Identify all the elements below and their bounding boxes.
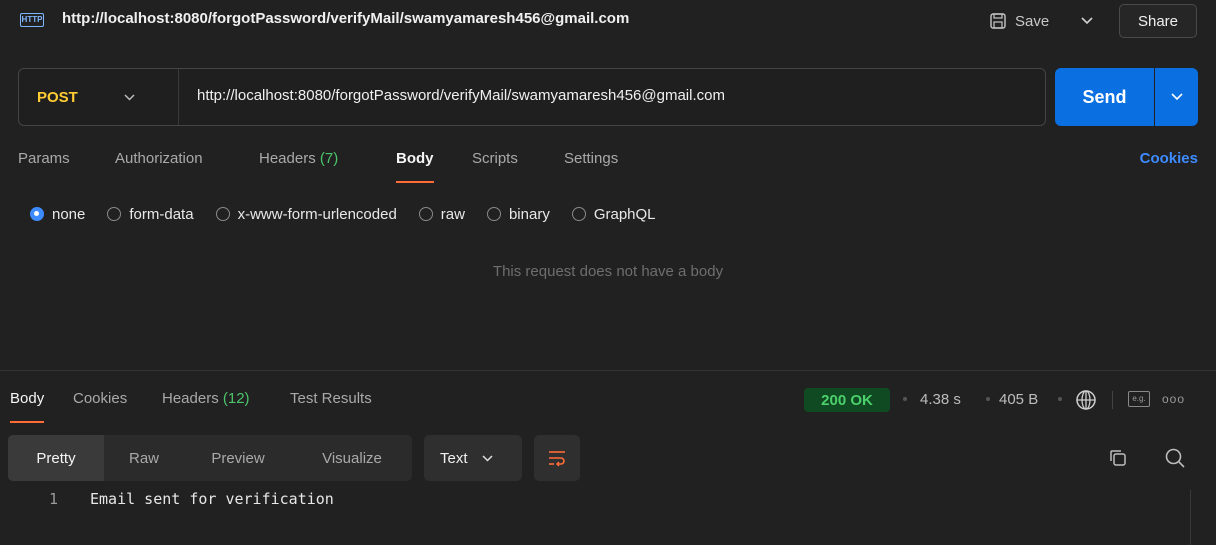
body-type-options: none form-data x-www-form-urlencoded raw…	[30, 203, 678, 225]
response-headers-count: (12)	[222, 390, 250, 407]
response-time[interactable]: 4.38 s	[920, 391, 961, 408]
chevron-down-icon	[481, 454, 493, 462]
line-content[interactable]: Email sent for verification	[90, 490, 334, 508]
copy-icon[interactable]	[1108, 448, 1128, 468]
view-visualize-button[interactable]: Visualize	[292, 435, 412, 481]
tab-scripts[interactable]: Scripts	[472, 150, 518, 184]
tab-settings[interactable]: Settings	[564, 150, 618, 184]
view-raw-button[interactable]: Raw	[104, 435, 184, 481]
method-label: POST	[37, 88, 78, 106]
save-label: Save	[1015, 12, 1050, 30]
response-code-line: 1 Email sent for verification	[0, 490, 1190, 512]
chevron-down-icon	[1081, 17, 1093, 25]
tab-body[interactable]: Body	[396, 150, 434, 184]
radio-unchecked-icon	[107, 207, 122, 221]
separator-dot	[986, 397, 990, 401]
headers-count: (7)	[319, 150, 339, 167]
radio-checked-icon	[30, 207, 44, 221]
send-options-button[interactable]	[1155, 68, 1198, 126]
radio-raw[interactable]: raw	[418, 205, 465, 223]
tab-headers-label: Headers	[259, 150, 316, 167]
more-options-icon[interactable]: ooo	[1162, 392, 1185, 406]
save-button[interactable]: Save	[983, 6, 1067, 36]
tab-authorization[interactable]: Authorization	[115, 150, 203, 184]
separator-dot	[903, 397, 907, 401]
view-pretty-button[interactable]: Pretty	[8, 435, 104, 481]
chevron-down-icon	[124, 93, 135, 101]
wrap-lines-button[interactable]	[534, 435, 580, 481]
url-input[interactable]: http://localhost:8080/forgotPassword/ver…	[197, 87, 725, 104]
format-label: Text	[440, 449, 468, 467]
view-preview-button[interactable]: Preview	[184, 435, 292, 481]
radio-graphql[interactable]: GraphQL	[571, 205, 656, 223]
radio-none-label: none	[52, 205, 86, 223]
radio-graphql-label: GraphQL	[593, 205, 656, 223]
vertical-scrollbar[interactable]	[1190, 490, 1191, 545]
request-url-bar: POST http://localhost:8080/forgotPasswor…	[18, 68, 1046, 126]
cookies-link[interactable]: Cookies	[1140, 150, 1198, 167]
save-options-button[interactable]	[1072, 6, 1102, 36]
response-tab-headers[interactable]: Headers (12)	[162, 390, 250, 424]
radio-unchecked-icon	[215, 207, 230, 221]
radio-binary-label: binary	[508, 205, 550, 223]
line-number: 1	[49, 490, 59, 508]
tab-headers[interactable]: Headers (7)	[259, 150, 338, 184]
radio-unchecked-icon	[418, 207, 433, 221]
separator-dot	[1058, 397, 1062, 401]
response-headers-label: Headers	[162, 390, 219, 407]
radio-form-data-label: form-data	[129, 205, 194, 223]
method-select[interactable]: POST	[19, 69, 179, 125]
response-format-select[interactable]: Text	[424, 435, 522, 481]
response-tab-body[interactable]: Body	[10, 390, 45, 424]
http-request-icon: HTTP	[20, 13, 44, 27]
request-title-bar: HTTP http://localhost:8080/forgotPasswor…	[0, 0, 1216, 42]
response-view-toggle: Pretty Raw Preview Visualize	[8, 435, 412, 481]
status-badge[interactable]: 200 OK	[804, 388, 890, 412]
response-size[interactable]: 405 B	[999, 391, 1038, 408]
response-tab-cookies[interactable]: Cookies	[73, 390, 127, 424]
divider	[1112, 391, 1113, 409]
postman-window: HTTP http://localhost:8080/forgotPasswor…	[0, 0, 1216, 545]
wrap-lines-icon	[549, 451, 565, 467]
radio-urlencoded[interactable]: x-www-form-urlencoded	[215, 205, 397, 223]
example-icon[interactable]: e.g.	[1128, 391, 1150, 407]
radio-form-data[interactable]: form-data	[107, 205, 194, 223]
send-button[interactable]: Send	[1055, 68, 1154, 126]
radio-raw-label: raw	[440, 205, 465, 223]
empty-body-message: This request does not have a body	[492, 263, 724, 280]
radio-binary[interactable]: binary	[486, 205, 550, 223]
radio-unchecked-icon	[486, 207, 501, 221]
chevron-down-icon	[1170, 93, 1183, 101]
search-icon[interactable]	[1164, 447, 1186, 469]
radio-none[interactable]: none	[30, 206, 85, 223]
share-button[interactable]: Share	[1119, 4, 1197, 38]
save-icon	[990, 13, 1006, 29]
globe-icon[interactable]	[1075, 389, 1097, 411]
radio-unchecked-icon	[571, 207, 586, 221]
pane-divider[interactable]	[0, 370, 1216, 371]
response-tab-test-results[interactable]: Test Results	[290, 390, 372, 424]
request-tabs: Params Authorization Headers (7) Body Sc…	[18, 150, 1198, 184]
radio-urlencoded-label: x-www-form-urlencoded	[237, 205, 397, 223]
tab-params[interactable]: Params	[18, 150, 70, 184]
request-name[interactable]: http://localhost:8080/forgotPassword/ver…	[62, 10, 629, 27]
